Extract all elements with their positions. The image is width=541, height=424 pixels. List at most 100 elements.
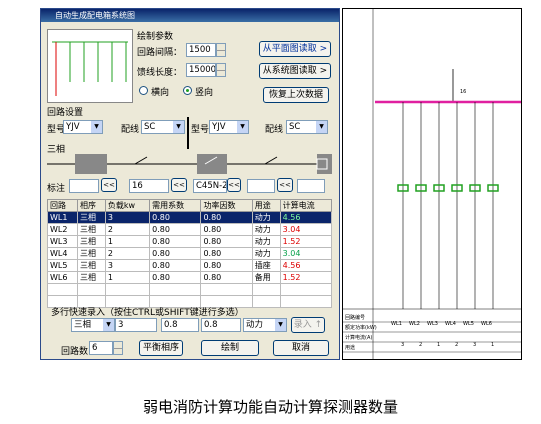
note-arrow-button-1[interactable]: << (101, 178, 117, 192)
cancel-button[interactable]: 取消 (273, 340, 329, 356)
radio-horizontal[interactable] (139, 86, 148, 95)
table-cell[interactable]: 三相 (77, 259, 106, 272)
radio-vertical[interactable] (183, 86, 192, 95)
table-row[interactable]: WL6 三相 1 0.80 0.80 备用 1.52 (46, 271, 333, 284)
table-cell[interactable]: 4.56 (279, 211, 333, 224)
table-cell[interactable]: WL1 (46, 211, 79, 224)
table-row-empty[interactable] (46, 283, 333, 296)
table-cell[interactable] (251, 283, 281, 296)
table-row[interactable]: WL3 三相 1 0.80 0.80 动力 1.52 (46, 235, 333, 248)
table-cell[interactable] (279, 295, 333, 308)
table-cell[interactable]: 4.56 (279, 259, 333, 272)
table-cell[interactable]: 0.80 (149, 223, 202, 236)
table-cell[interactable] (77, 283, 106, 296)
table-cell[interactable] (104, 283, 151, 296)
model-select[interactable]: YJV ▼ (63, 120, 103, 134)
column-header[interactable]: 计算电流 (279, 199, 333, 212)
read-from-plan-button[interactable]: 从平面图读取 > (259, 41, 331, 57)
conduit-select[interactable]: SC ▼ (141, 120, 185, 134)
table-cell[interactable]: 1 (104, 235, 151, 248)
restore-last-button[interactable]: 恢复上次数据 (263, 87, 329, 103)
table-cell[interactable]: 0.80 (149, 259, 202, 272)
quick-phase-select[interactable]: 三相 ▼ (71, 318, 115, 332)
note-input-2[interactable]: 16 (129, 179, 169, 193)
quick-pf-input[interactable]: 0.8 (201, 318, 241, 332)
table-cell[interactable]: 动力 (251, 211, 281, 224)
note-input-5[interactable] (297, 179, 325, 193)
column-header[interactable]: 需用系数 (149, 199, 202, 212)
table-cell[interactable]: 0.80 (200, 211, 253, 224)
table-cell[interactable]: 三相 (77, 211, 106, 224)
loop-spacing-spinner[interactable] (216, 43, 226, 57)
column-header[interactable]: 相序 (77, 199, 106, 212)
table-cell[interactable]: WL4 (46, 247, 79, 260)
table-cell[interactable]: 0.80 (200, 259, 253, 272)
table-cell[interactable]: 0.80 (149, 247, 202, 260)
quick-enter-button[interactable]: 录入 ↑ (291, 317, 325, 333)
quick-usage-select[interactable]: 动力 ▼ (243, 318, 287, 332)
table-cell[interactable]: 1 (104, 271, 151, 284)
model-select-2[interactable]: YJV ▼ (209, 120, 249, 134)
table-cell[interactable]: 0.80 (200, 223, 253, 236)
column-header[interactable]: 负载kw (104, 199, 151, 212)
quick-demand-input[interactable]: 0.8 (161, 318, 199, 332)
note-arrow-button-3[interactable]: << (227, 178, 241, 192)
table-row[interactable]: WL1 三相 3 0.80 0.80 动力 4.56 (46, 211, 333, 224)
column-header[interactable]: 回路 (46, 199, 79, 212)
table-cell[interactable] (200, 283, 253, 296)
table-row[interactable]: WL2 三相 2 0.80 0.80 动力 3.04 (46, 223, 333, 236)
table-cell[interactable]: 1.52 (279, 235, 333, 248)
table-cell[interactable]: 0.80 (149, 235, 202, 248)
table-cell[interactable]: 三相 (77, 235, 106, 248)
table-cell[interactable]: 0.80 (200, 247, 253, 260)
table-cell[interactable]: 插座 (251, 259, 281, 272)
table-cell[interactable]: 1.52 (279, 271, 333, 284)
table-cell[interactable]: 3 (104, 259, 151, 272)
table-cell[interactable]: 3.04 (279, 223, 333, 236)
table-cell[interactable]: 三相 (77, 271, 106, 284)
table-cell[interactable]: 三相 (77, 247, 106, 260)
note-input-3[interactable]: C45N-2( (193, 179, 227, 193)
table-cell[interactable]: 动力 (251, 223, 281, 236)
loop-count-spinner[interactable] (113, 341, 123, 355)
feeder-length-input[interactable]: 15000 (186, 63, 216, 77)
read-from-system-button[interactable]: 从系统图读取 > (259, 63, 331, 79)
table-cell[interactable] (149, 283, 202, 296)
table-cell[interactable]: 2 (104, 247, 151, 260)
table-cell[interactable]: 3.04 (279, 247, 333, 260)
table-cell[interactable]: 三相 (77, 223, 106, 236)
circuit-table[interactable]: 回路 相序 负载kw 需用系数 功率因数 用途 计算电流 WL1 三相 3 0.80 0.80 动力 4.… (46, 199, 333, 308)
note-arrow-button-2[interactable]: << (171, 178, 187, 192)
loop-spacing-label: 回路间隔： (137, 48, 183, 58)
table-cell[interactable]: WL6 (46, 271, 79, 284)
draw-button[interactable]: 绘制 (201, 340, 259, 356)
table-cell[interactable]: 动力 (251, 235, 281, 248)
table-cell[interactable]: 0.80 (149, 211, 202, 224)
table-cell[interactable] (46, 283, 79, 296)
table-row[interactable]: WL4 三相 2 0.80 0.80 动力 3.04 (46, 247, 333, 260)
table-cell[interactable]: 0.80 (149, 271, 202, 284)
table-cell[interactable]: 2 (104, 223, 151, 236)
note-arrow-button-4[interactable]: << (277, 178, 293, 192)
table-row[interactable]: WL5 三相 3 0.80 0.80 插座 4.56 (46, 259, 333, 272)
note-input-1[interactable] (69, 179, 99, 193)
table-cell[interactable]: WL2 (46, 223, 79, 236)
note-input-4[interactable] (247, 179, 275, 193)
table-cell[interactable]: 3 (104, 211, 151, 224)
table-cell[interactable]: WL3 (46, 235, 79, 248)
table-cell[interactable]: 0.80 (200, 271, 253, 284)
balance-phase-button[interactable]: 平衡相序 (139, 340, 183, 356)
column-header[interactable]: 功率因数 (200, 199, 253, 212)
table-cell[interactable]: 备用 (251, 271, 281, 284)
table-cell[interactable]: 0.80 (200, 235, 253, 248)
table-cell[interactable]: WL5 (46, 259, 79, 272)
table-cell[interactable] (279, 283, 333, 296)
feeder-length-spinner[interactable] (216, 63, 226, 77)
column-header[interactable]: 用途 (251, 199, 281, 212)
quick-load-input[interactable]: 3 (115, 318, 157, 332)
loop-spacing-input[interactable]: 1500 (186, 43, 216, 57)
table-cell[interactable] (251, 295, 281, 308)
conduit-select-2[interactable]: SC ▼ (286, 120, 328, 134)
loop-count-input[interactable]: 6 (89, 341, 113, 355)
table-cell[interactable]: 动力 (251, 247, 281, 260)
